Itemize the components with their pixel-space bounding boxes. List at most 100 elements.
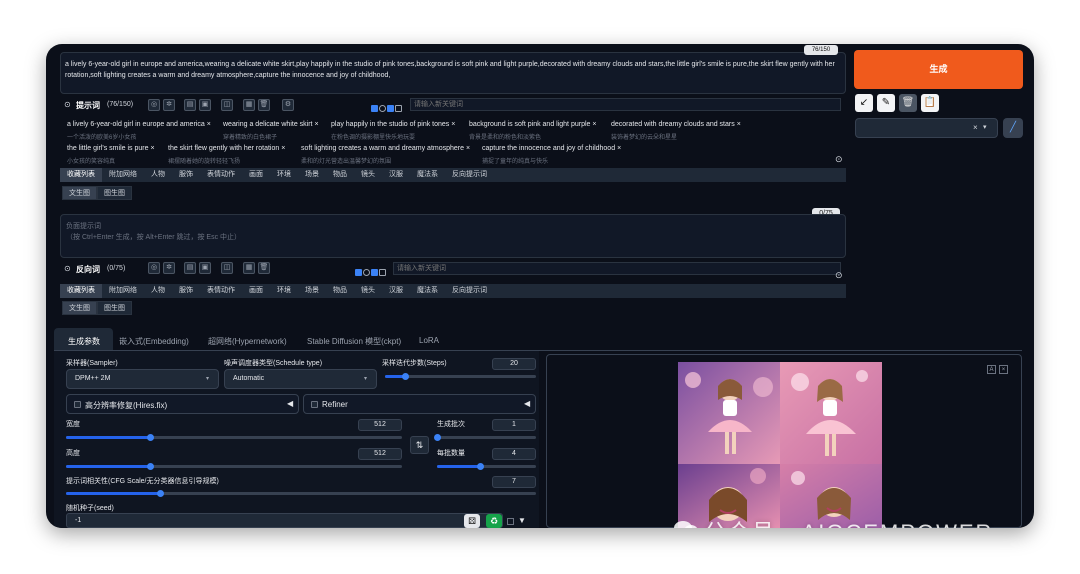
- height-input[interactable]: 512: [358, 448, 402, 460]
- collapse-arrow-icon[interactable]: ◀: [287, 399, 293, 408]
- translate-icon[interactable]: ◎: [148, 262, 160, 274]
- slider-knob[interactable]: [476, 463, 484, 470]
- expand-icon[interactable]: ⊙: [835, 154, 843, 165]
- tab-category[interactable]: 画面: [242, 284, 270, 298]
- width-slider[interactable]: [66, 434, 402, 441]
- slider-knob[interactable]: [147, 434, 154, 441]
- tab-category[interactable]: 镜头: [354, 284, 382, 298]
- tag-item[interactable]: decorated with dreamy clouds and stars ×: [611, 121, 741, 128]
- batch-size-slider[interactable]: [437, 463, 536, 470]
- tag-item[interactable]: wearing a delicate white skirt ×: [223, 121, 319, 128]
- tab-checkpoint[interactable]: Stable Diffusion 模型(ckpt): [307, 336, 401, 347]
- steps-slider[interactable]: [385, 373, 536, 380]
- checkbox-icon[interactable]: [387, 105, 394, 113]
- generate-button[interactable]: 生成: [854, 50, 1023, 89]
- tab-category[interactable]: 人物: [144, 168, 172, 182]
- tag-item[interactable]: soft lighting creates a warm and dreamy …: [301, 145, 470, 152]
- tag-item[interactable]: play happily in the studio of pink tones…: [331, 121, 455, 128]
- settings-icon[interactable]: ✲: [163, 99, 175, 111]
- negative-keyword-options[interactable]: [355, 264, 387, 282]
- negative-collapse-icon[interactable]: ⊙: [64, 264, 71, 273]
- tab-category[interactable]: 收藏列表: [60, 284, 102, 298]
- clock-icon[interactable]: [379, 105, 386, 113]
- generated-image[interactable]: [780, 362, 882, 464]
- translate-icon[interactable]: ◎: [148, 99, 160, 111]
- recycle-icon[interactable]: ♻: [486, 514, 502, 528]
- history-icon[interactable]: ◫: [221, 262, 233, 274]
- sampler-select[interactable]: DPM++ 2M ▾: [66, 369, 219, 389]
- prompt-textarea[interactable]: a lively 6-year-old girl in europe and a…: [60, 52, 846, 94]
- tab-img2img[interactable]: 图生图: [97, 186, 132, 200]
- height-slider[interactable]: [66, 463, 402, 470]
- checkbox-icon[interactable]: [395, 105, 402, 113]
- close-icon[interactable]: ×: [207, 121, 211, 128]
- delete-icon[interactable]: 🗑: [258, 99, 270, 111]
- tab-hypernetwork[interactable]: 超网络(Hypernetwork): [208, 336, 287, 347]
- schedule-select[interactable]: Automatic ▾: [224, 369, 377, 389]
- tab-txt2img[interactable]: 文生图: [62, 301, 97, 315]
- tab-category[interactable]: 服饰: [172, 284, 200, 298]
- copy-icon[interactable]: ▤: [184, 99, 196, 111]
- slider-knob[interactable]: [401, 373, 409, 380]
- refiner-checkbox[interactable]: [311, 401, 318, 408]
- gallery-ab-button[interactable]: A: [987, 365, 996, 374]
- tag-item[interactable]: capture the innocence and joy of childho…: [482, 145, 621, 152]
- checkbox-icon[interactable]: [379, 269, 386, 277]
- close-icon[interactable]: ×: [466, 145, 470, 152]
- batch-count-slider[interactable]: [434, 434, 536, 441]
- gallery-close-button[interactable]: ×: [999, 365, 1008, 374]
- prompt-keyword-input[interactable]: [410, 98, 841, 111]
- checkbox-icon[interactable]: [371, 105, 378, 113]
- hires-fix-panel[interactable]: 高分辨率修复(Hires.fix) ◀: [66, 394, 299, 414]
- close-icon[interactable]: ×: [451, 121, 455, 128]
- tab-category[interactable]: 反向提示词: [445, 284, 494, 298]
- tab-embedding[interactable]: 嵌入式(Embedding): [119, 336, 189, 347]
- steps-input[interactable]: 20: [492, 358, 536, 370]
- tab-category[interactable]: 反向提示词: [445, 168, 494, 182]
- tab-category[interactable]: 附加网络: [102, 284, 144, 298]
- tab-category[interactable]: 汉服: [382, 284, 410, 298]
- arrow-icon[interactable]: ↙: [855, 94, 873, 112]
- apply-style-button[interactable]: ╱: [1003, 118, 1023, 138]
- extra-checkbox[interactable]: [507, 518, 514, 525]
- checkbox-icon[interactable]: [371, 269, 378, 277]
- tab-generation[interactable]: 生成参数: [68, 336, 100, 347]
- checkbox-icon[interactable]: [355, 269, 362, 277]
- dice-icon[interactable]: ⚄: [464, 514, 480, 528]
- tab-category[interactable]: 镜头: [354, 168, 382, 182]
- tag-item[interactable]: a lively 6-year-old girl in europe and a…: [67, 121, 211, 128]
- tab-category[interactable]: 环境: [270, 168, 298, 182]
- cfg-input[interactable]: 7: [492, 476, 536, 488]
- batch-size-input[interactable]: 4: [492, 448, 536, 460]
- collapse-arrow-icon[interactable]: ◀: [524, 399, 530, 408]
- tab-category[interactable]: 表情动作: [200, 284, 242, 298]
- tab-category[interactable]: 环境: [270, 284, 298, 298]
- tag-item[interactable]: the skirt flew gently with her rotation …: [168, 145, 285, 152]
- swap-dimensions-button[interactable]: ⇅: [410, 436, 429, 454]
- edit-icon[interactable]: ✎: [877, 94, 895, 112]
- close-icon[interactable]: ×: [737, 121, 741, 128]
- style-select[interactable]: × ▾: [855, 118, 998, 138]
- tab-category[interactable]: 表情动作: [200, 168, 242, 182]
- tab-category[interactable]: 附加网络: [102, 168, 144, 182]
- tab-category[interactable]: 物品: [326, 284, 354, 298]
- prompt-keyword-options[interactable]: [371, 100, 403, 118]
- tab-category[interactable]: 物品: [326, 168, 354, 182]
- hires-checkbox[interactable]: [74, 401, 81, 408]
- negative-prompt-textarea[interactable]: 负面提示词 （按 Ctrl+Enter 生成，按 Alt+Enter 跳过，按 …: [60, 214, 846, 258]
- tab-category[interactable]: 画面: [242, 168, 270, 182]
- cfg-slider[interactable]: [66, 490, 536, 497]
- tab-category[interactable]: 汉服: [382, 168, 410, 182]
- close-icon[interactable]: ×: [281, 145, 285, 152]
- tab-category[interactable]: 服饰: [172, 168, 200, 182]
- tab-txt2img[interactable]: 文生图: [62, 186, 97, 200]
- chevron-down-icon[interactable]: ▾: [983, 123, 987, 131]
- paste-icon[interactable]: ▣: [199, 99, 211, 111]
- seed-input[interactable]: -1: [66, 513, 503, 528]
- gear-icon[interactable]: ⚙: [282, 99, 294, 111]
- width-input[interactable]: 512: [358, 419, 402, 431]
- close-icon[interactable]: ×: [150, 145, 154, 152]
- close-icon[interactable]: ×: [617, 145, 621, 152]
- tab-category[interactable]: 场景: [298, 284, 326, 298]
- clipboard-icon[interactable]: 📋: [921, 94, 939, 112]
